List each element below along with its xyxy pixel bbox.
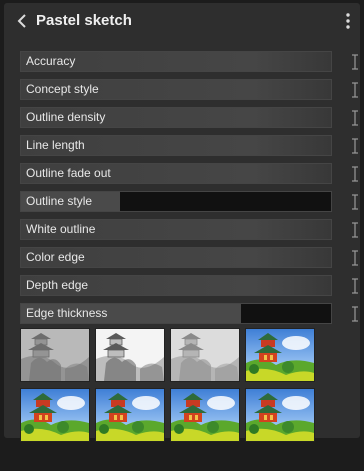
panel-header: Pastel sketch: [4, 3, 360, 39]
preset-thumbnail[interactable]: [95, 388, 165, 442]
pastel-sketch-panel: Pastel sketch Accuracy Concept style Outli…: [4, 3, 360, 442]
slider-row: Edge thickness: [20, 303, 358, 324]
i-beam-reset-icon[interactable]: [350, 221, 360, 239]
i-beam-reset-icon[interactable]: [350, 193, 360, 211]
parameter-slider[interactable]: White outline: [20, 219, 332, 240]
parameter-slider[interactable]: Depth edge: [20, 275, 332, 296]
parameter-slider[interactable]: Edge thickness: [20, 303, 332, 324]
slider-label: Edge thickness: [26, 306, 108, 320]
panel-title: Pastel sketch: [36, 12, 132, 29]
slider-row: Line length: [20, 135, 358, 156]
slider-label: Outline fade out: [26, 166, 111, 180]
preset-thumbnail[interactable]: [245, 328, 315, 382]
i-beam-reset-icon[interactable]: [350, 109, 360, 127]
i-beam-reset-icon[interactable]: [350, 53, 360, 71]
preset-thumbnail[interactable]: [20, 388, 90, 442]
parameter-slider[interactable]: Outline density: [20, 107, 332, 128]
preset-thumbnail[interactable]: [245, 388, 315, 442]
vertical-ellipsis-icon[interactable]: [342, 12, 354, 30]
slider-label: Line length: [26, 138, 85, 152]
i-beam-reset-icon[interactable]: [350, 81, 360, 99]
i-beam-reset-icon[interactable]: [350, 277, 360, 295]
slider-label: Concept style: [26, 82, 99, 96]
preset-thumbnail[interactable]: [95, 328, 165, 382]
i-beam-reset-icon[interactable]: [350, 305, 360, 323]
slider-row: Depth edge: [20, 275, 358, 296]
i-beam-reset-icon[interactable]: [350, 249, 360, 267]
preset-thumbnail[interactable]: [20, 328, 90, 382]
parameter-slider[interactable]: Outline fade out: [20, 163, 332, 184]
i-beam-reset-icon[interactable]: [350, 137, 360, 155]
slider-label: Outline style: [26, 194, 93, 208]
preset-thumbnail[interactable]: [170, 328, 240, 382]
slider-row: Concept style: [20, 79, 358, 100]
slider-label: Depth edge: [26, 278, 89, 292]
parameter-slider[interactable]: Accuracy: [20, 51, 332, 72]
slider-row: Outline style: [20, 191, 358, 212]
slider-row: Outline fade out: [20, 163, 358, 184]
slider-label: Accuracy: [26, 54, 76, 68]
slider-row: White outline: [20, 219, 358, 240]
i-beam-reset-icon[interactable]: [350, 165, 360, 183]
slider-label: Color edge: [26, 250, 85, 264]
slider-label: Outline density: [26, 110, 106, 124]
chevron-left-icon[interactable]: [14, 11, 30, 31]
slider-label: White outline: [26, 222, 96, 236]
parameter-slider[interactable]: Color edge: [20, 247, 332, 268]
parameter-slider[interactable]: Line length: [20, 135, 332, 156]
parameter-slider[interactable]: Outline style: [20, 191, 332, 212]
slider-row: Accuracy: [20, 51, 358, 72]
parameter-slider[interactable]: Concept style: [20, 79, 332, 100]
preset-thumbnail[interactable]: [170, 388, 240, 442]
slider-row: Outline density: [20, 107, 358, 128]
slider-row: Color edge: [20, 247, 358, 268]
